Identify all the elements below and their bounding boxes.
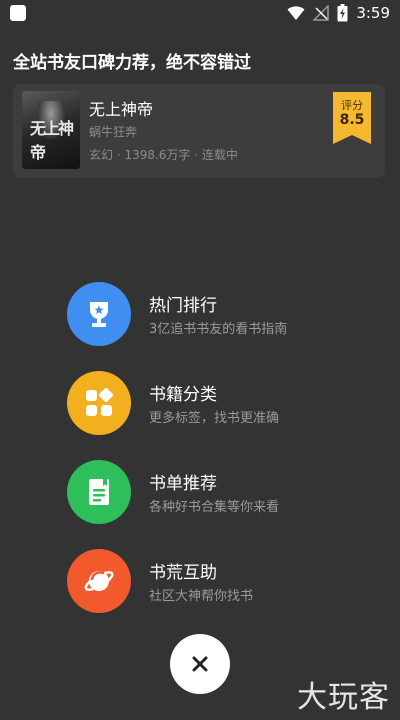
menu-item-book-help[interactable]: 书荒互助 社区大神帮你找书: [67, 549, 367, 613]
menu-item-book-categories[interactable]: 书籍分类 更多标签，找书更准确: [67, 371, 367, 435]
cover-art-title: 无上神帝: [30, 119, 74, 162]
score-value: 8.5: [339, 112, 365, 128]
status-time: 3:59: [356, 4, 390, 22]
status-bar: 3:59: [0, 0, 400, 28]
menu-subtitle: 社区大神帮你找书: [149, 589, 254, 604]
booklist-icon[interactable]: [67, 460, 131, 524]
trophy-icon[interactable]: [67, 282, 131, 346]
app-notification-icon: [10, 5, 26, 21]
score-badge: 评分 8.5: [333, 92, 371, 144]
watermark-logo: 大玩客: [297, 680, 390, 715]
menu-title: 书单推荐: [149, 474, 217, 494]
recommended-book-card[interactable]: 无上神帝 无上神帝 蜗牛狂奔 玄幻 · 1398.6万字 · 连载中 评分 8.…: [13, 84, 385, 178]
recommend-heading: 全站书友口碑力荐，绝不容错过: [13, 53, 251, 73]
close-icon: [192, 656, 208, 672]
book-meta: 玄幻 · 1398.6万字 · 连载中: [89, 148, 238, 162]
menu-item-hot-ranking[interactable]: 热门排行 3亿追书书友的看书指南: [67, 282, 367, 346]
menu-item-book-lists[interactable]: 书单推荐 各种好书合集等你来看: [67, 460, 367, 524]
status-right-group: 3:59: [287, 3, 390, 23]
no-signal-icon: [313, 5, 330, 21]
planet-icon[interactable]: [67, 549, 131, 613]
book-author: 蜗牛狂奔: [89, 125, 138, 139]
menu-subtitle: 3亿追书书友的看书指南: [149, 322, 288, 337]
book-cover-image[interactable]: 无上神帝: [22, 91, 80, 169]
close-button[interactable]: [170, 634, 230, 694]
category-grid-icon[interactable]: [67, 371, 131, 435]
menu-title: 书籍分类: [149, 385, 217, 405]
menu-subtitle: 各种好书合集等你来看: [149, 500, 280, 515]
score-label: 评分: [341, 99, 363, 112]
battery-charging-icon: [337, 4, 348, 22]
book-title: 无上神帝: [89, 100, 154, 119]
menu-subtitle: 更多标签，找书更准确: [149, 411, 280, 426]
menu-title: 书荒互助: [149, 563, 217, 583]
wifi-icon: [287, 6, 305, 20]
menu-title: 热门排行: [149, 296, 217, 316]
